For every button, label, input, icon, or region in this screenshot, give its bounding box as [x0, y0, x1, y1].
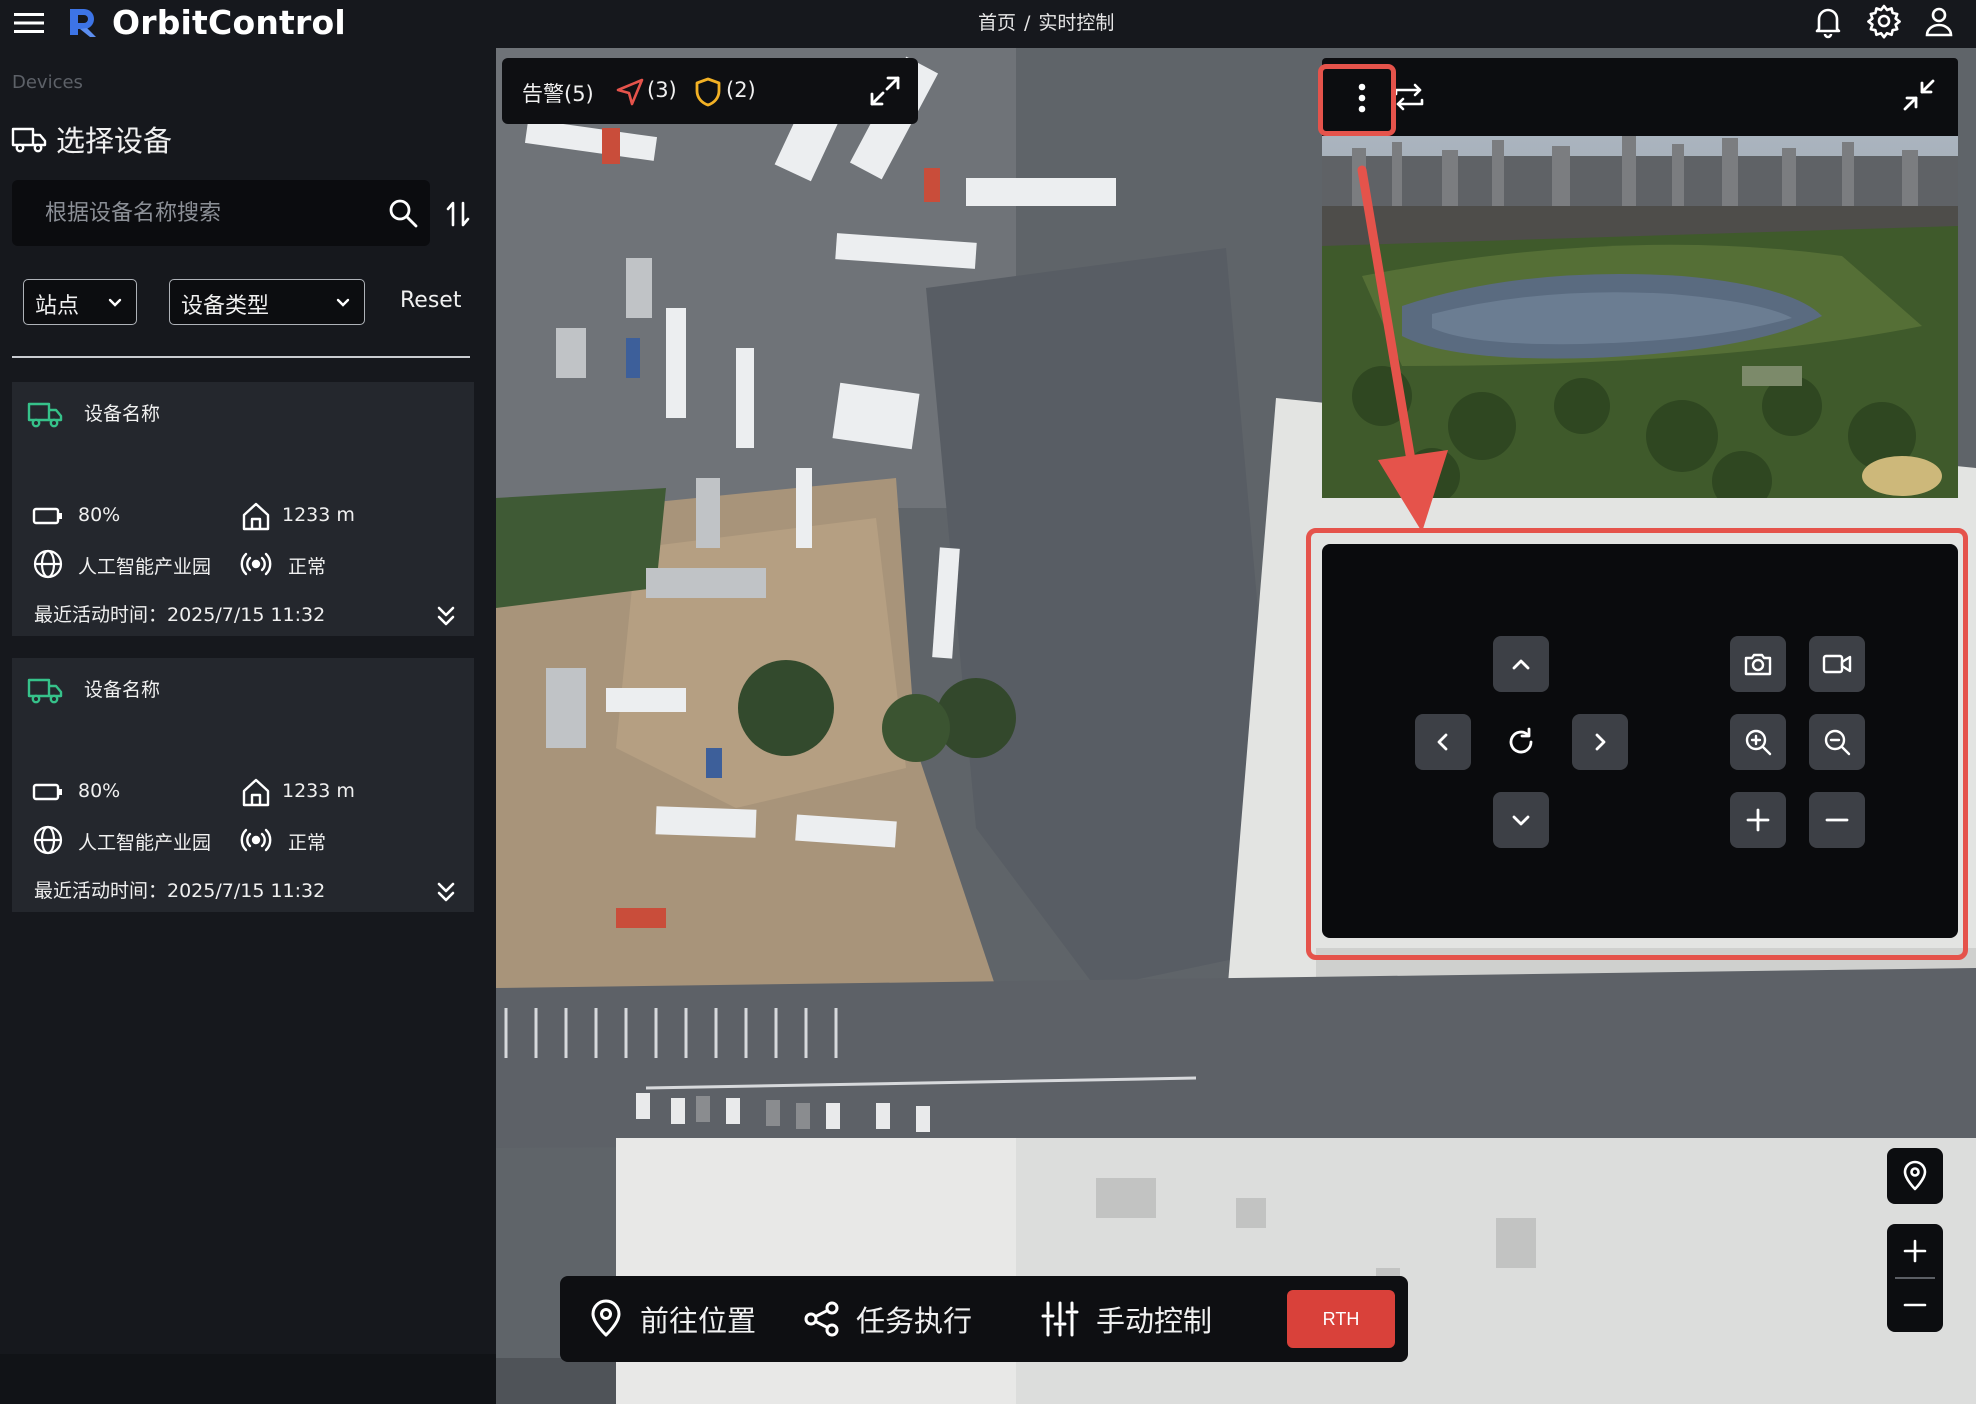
truck-icon [27, 402, 63, 428]
mission-button[interactable]: 任务执行 [802, 1276, 1002, 1362]
manual-control-label: 手动控制 [1096, 1304, 1213, 1338]
home-icon [242, 502, 270, 531]
breadcrumb: 首页 / 实时控制 [978, 8, 1114, 35]
truck-icon [11, 121, 47, 157]
mission-label: 任务执行 [856, 1304, 973, 1338]
share-nodes-icon [804, 1301, 839, 1337]
annotation-highlight-menu [1318, 64, 1396, 136]
bell-icon[interactable] [1810, 3, 1846, 39]
site-filter-label: 站点 [35, 294, 80, 319]
map-zoom-out-button[interactable] [1887, 1278, 1943, 1332]
annotation-arrow [1357, 165, 1448, 532]
device-type-dropdown[interactable]: 设备类型 [169, 279, 365, 325]
site-filter-dropdown[interactable]: 站点 [23, 279, 137, 325]
device-name: 设备名称 [84, 679, 161, 701]
exit-fullscreen-icon[interactable] [1900, 76, 1938, 114]
nav-count[interactable]: (3) [647, 78, 677, 102]
device-sidebar: Devices 选择设备 站点 设备类型 Reset 设备名称 80% 1233… [0, 48, 496, 1354]
chevron-down-icon [336, 298, 350, 307]
map-zoom-in-button[interactable] [1887, 1224, 1943, 1278]
minus-icon [1903, 1303, 1927, 1307]
menu-icon[interactable] [12, 6, 46, 40]
divider [12, 356, 470, 358]
expand-more-icon[interactable] [432, 602, 460, 630]
last-active: 最近活动时间：2025/7/15 11:32 [34, 604, 326, 626]
chevron-down-icon [108, 298, 122, 307]
navigation-arrow-icon[interactable] [614, 76, 646, 108]
breadcrumb-current[interactable]: 实时控制 [1038, 12, 1114, 34]
alert-bar: 告警(5) (3) (2) [502, 58, 918, 124]
annotation-highlight-panel [1306, 528, 1968, 960]
last-active: 最近活动时间：2025/7/15 11:32 [34, 880, 326, 902]
device-card[interactable]: 设备名称 80% 1233 m 人工智能产业园 正常 最近活动时间：2025/7… [12, 658, 474, 912]
action-bar: 前往位置 任务执行 手动控制 RTH [560, 1276, 1408, 1362]
altitude: 1233 m [282, 504, 355, 526]
sidebar-title: 选择设备 [56, 124, 173, 158]
location-pin-icon [1903, 1160, 1927, 1191]
expand-more-icon[interactable] [432, 878, 460, 906]
globe-icon [33, 549, 63, 579]
search-icon[interactable] [386, 196, 420, 230]
sort-icon[interactable] [442, 198, 474, 230]
location-pin-icon [591, 1299, 621, 1337]
signal-icon [240, 552, 272, 576]
goto-location-label: 前往位置 [640, 1304, 757, 1338]
logo [64, 3, 102, 41]
camera-header [1322, 58, 1958, 136]
device-card[interactable]: 设备名称 80% 1233 m 人工智能产业园 正常 最近活动时间：2025/7… [12, 382, 474, 636]
search-box [12, 180, 430, 246]
breadcrumb-separator: / [1024, 12, 1031, 34]
signal-icon [240, 828, 272, 852]
section-label: Devices [12, 72, 83, 93]
plus-icon [1903, 1239, 1927, 1263]
globe-icon [33, 825, 63, 855]
alert-count[interactable]: 告警(5) [522, 78, 594, 108]
locate-button[interactable] [1887, 1148, 1943, 1204]
shield-icon[interactable] [692, 76, 724, 108]
manual-control-button[interactable]: 手动控制 [1040, 1276, 1260, 1362]
device-search-input[interactable] [12, 180, 372, 246]
fullscreen-expand-icon[interactable] [868, 74, 902, 108]
breadcrumb-home[interactable]: 首页 [978, 12, 1016, 34]
device-type-label: 设备类型 [181, 294, 270, 319]
battery-level: 80% [78, 504, 121, 526]
location: 人工智能产业园 [78, 556, 212, 578]
signal-status: 正常 [288, 556, 327, 578]
rth-button[interactable]: RTH [1287, 1290, 1395, 1348]
goto-location-button[interactable]: 前往位置 [572, 1276, 756, 1362]
sliders-icon [1041, 1301, 1079, 1337]
altitude: 1233 m [282, 780, 355, 802]
map-zoom-controls [1887, 1224, 1943, 1332]
app-title: OrbitControl [112, 3, 346, 42]
signal-status: 正常 [288, 832, 327, 854]
user-icon[interactable] [1921, 3, 1957, 39]
gear-icon[interactable] [1866, 3, 1902, 39]
battery-level: 80% [78, 780, 121, 802]
shield-count[interactable]: (2) [726, 78, 756, 102]
device-name: 设备名称 [84, 403, 161, 425]
location: 人工智能产业园 [78, 832, 212, 854]
home-icon [242, 778, 270, 807]
battery-icon [32, 507, 62, 525]
battery-icon [32, 783, 62, 801]
reset-button[interactable]: Reset [400, 288, 461, 313]
truck-icon [27, 678, 63, 704]
top-bar: OrbitControl 首页 / 实时控制 [0, 0, 1976, 48]
